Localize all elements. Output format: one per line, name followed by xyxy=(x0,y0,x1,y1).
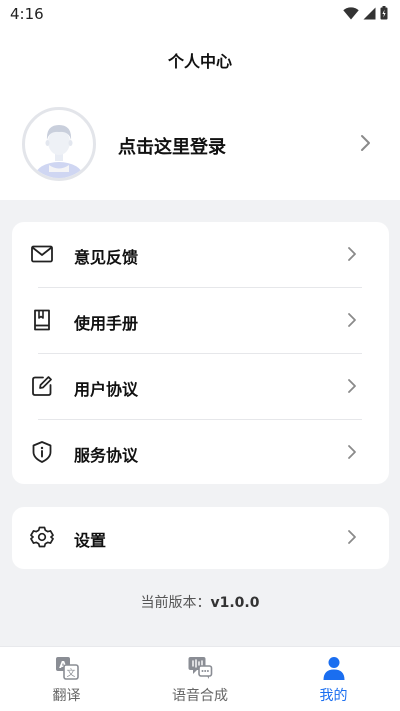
avatar[interactable] xyxy=(22,107,96,181)
chevron-right-icon xyxy=(348,247,356,261)
version-value: v1.0.0 xyxy=(210,595,260,611)
tab-label: 我的 xyxy=(319,688,348,704)
menu-item-service-agreement[interactable]: 服务协议 xyxy=(12,420,389,486)
status-icons xyxy=(343,6,388,20)
gear-icon xyxy=(30,526,54,548)
bottom-nav: A 文 翻译 语音合成 我的 xyxy=(0,646,400,711)
chevron-right-icon xyxy=(348,530,356,544)
status-time: 4:16 xyxy=(10,5,44,23)
chevron-right-icon xyxy=(348,445,356,459)
menu-item-feedback[interactable]: 意见反馈 xyxy=(12,222,389,288)
default-avatar-icon xyxy=(35,125,83,178)
version-info: 当前版本：v1.0.0 xyxy=(0,592,400,612)
login-row[interactable]: 点击这里登录 xyxy=(0,106,400,182)
menu-item-label: 服务协议 xyxy=(74,446,139,465)
mail-icon xyxy=(31,245,53,263)
info-icon xyxy=(32,441,52,463)
status-bar: 4:16 xyxy=(0,0,400,28)
menu-item-label: 使用手册 xyxy=(74,314,139,333)
page-title: 个人中心 xyxy=(167,52,232,71)
tab-voice-synthesis[interactable]: 语音合成 xyxy=(133,647,267,711)
user-icon xyxy=(323,657,344,680)
menu-item-settings[interactable]: 设置 xyxy=(12,505,389,571)
chevron-right-icon xyxy=(361,135,370,151)
tab-label: 翻译 xyxy=(52,688,81,704)
translate-icon: A 文 xyxy=(55,657,79,680)
menu-item-label: 用户协议 xyxy=(74,380,139,399)
edit-icon xyxy=(32,376,52,396)
voice-synthesis-icon xyxy=(188,657,213,679)
chevron-right-icon xyxy=(348,379,356,393)
chevron-right-icon xyxy=(348,313,356,327)
menu-card: 意见反馈 使用手册 用户协议 服务协议 xyxy=(12,222,389,484)
battery-icon xyxy=(380,6,388,20)
version-label: 当前版本： xyxy=(140,595,211,611)
signal-icon xyxy=(363,7,376,19)
wifi-icon xyxy=(343,6,359,19)
menu-item-user-agreement[interactable]: 用户协议 xyxy=(12,354,389,420)
settings-card: 设置 xyxy=(12,507,389,569)
tab-translate[interactable]: A 文 翻译 xyxy=(0,647,133,711)
menu-item-manual[interactable]: 使用手册 xyxy=(12,288,389,354)
login-prompt[interactable]: 点击这里登录 xyxy=(118,133,226,159)
tab-label: 语音合成 xyxy=(172,688,228,704)
book-icon xyxy=(34,309,50,331)
svg-text:文: 文 xyxy=(66,667,75,679)
menu-item-label: 意见反馈 xyxy=(74,248,139,267)
tab-mine[interactable]: 我的 xyxy=(267,647,400,711)
settings-label: 设置 xyxy=(74,531,107,550)
